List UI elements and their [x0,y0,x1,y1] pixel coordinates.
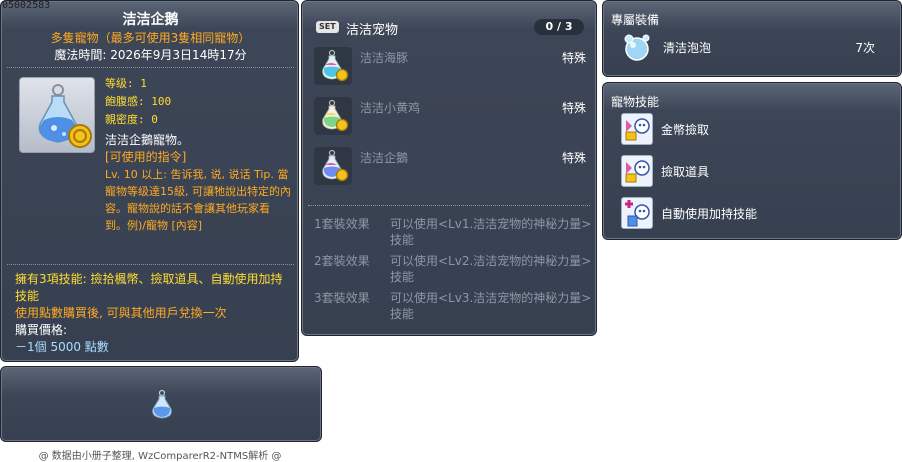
skills-title: 寵物技能 [611,95,660,109]
set-effect-text: 可以使用<Lv2.洁洁宠物的神秘力量>技能 [390,254,592,284]
set-item-type: 特殊 [561,101,586,115]
skills-note-block: 擁有3項技能: 撿拾楓幣、撿取道具、自動使用加持技能 使用點數購買後, 可與其他… [15,271,293,356]
set-effect-label: 1套裝效果 [314,217,370,231]
pet-potion-icon [38,84,92,148]
command-body: Lv. 10 以上: 吿诉我, 说, 说话 Tip. 當寵物等级達15級, 可讓… [105,168,291,232]
item-icon-frame [19,77,95,153]
set-item-icon [314,147,352,185]
set-title: 洁洁宠物 [346,23,399,38]
skill-name: 自動使用加持技能 [661,207,758,221]
item-pickup-icon [621,155,653,187]
set-item-icon [314,97,352,135]
pet-preview-panel [0,366,322,442]
magic-time: 魔法時間: 2026年9月3日14時17分 [54,48,247,62]
item-title: 洁洁企鹅 [122,12,179,28]
equipment-title: 專屬裝備 [611,13,660,27]
equipment-name: 清洁泡泡 [663,41,712,55]
set-effect-text: 可以使用<Lv1.洁洁宠物的神秘力量>技能 [390,217,592,247]
skill-item[interactable]: 金幣撿取 [621,113,891,147]
equipment-item[interactable]: 清洁泡泡 7次 [621,31,891,63]
bubble-icon [624,34,650,61]
item-description: 洁洁企鵝寵物。 [可使用的指令] Lv. 10 以上: 吿诉我, 说, 说话 T… [105,132,291,234]
set-item-type: 特殊 [561,151,586,165]
equipment-count: 7次 [855,41,875,55]
set-item-name: 洁洁小黄鸡 [360,101,421,115]
skills-note: 擁有3項技能: 撿拾楓幣、撿取道具、自動使用加持技能 [15,272,283,303]
set-effect-text: 可以使用<Lv3.洁洁宠物的神秘力量>技能 [390,291,592,321]
item-id: 05002583 [2,0,51,11]
item-tooltip-panel: 洁洁企鹅 多隻寵物（最多可使用3隻相同寵物） 魔法時間: 2026年9月3日14… [0,0,299,362]
set-panel: SET 洁洁宠物 0 / 3 洁洁海豚 特殊 洁洁小黄鸡 特殊 洁洁企鵝 特殊 … [301,0,597,336]
command-title: [可使用的指令] [105,150,187,164]
set-item-icon [314,47,352,85]
set-item-name: 洁洁海豚 [360,51,409,65]
stat-level: 等级: 1 [105,77,147,90]
exclusive-equipment-panel: 專屬裝備 清洁泡泡 7次 [602,0,902,77]
divider [7,67,294,68]
set-item[interactable]: 洁洁海豚 特殊 [314,47,586,87]
pet-skills-panel: 寵物技能 金幣撿取 撿取道具 自動使用加持技能 [602,82,902,240]
price-label: 購買價格: [15,323,68,337]
price-value: －1個 5000 點數 [15,340,109,354]
skill-item[interactable]: 撿取道具 [621,155,891,189]
set-effect-label: 2套裝效果 [314,254,370,268]
set-count: 0 / 3 [534,19,584,35]
stat-closeness: 親密度: 0 [105,113,158,126]
set-tag: SET [316,21,339,33]
set-item[interactable]: 洁洁企鵝 特殊 [314,147,586,187]
skill-item[interactable]: 自動使用加持技能 [621,197,891,231]
set-item-name: 洁洁企鵝 [360,151,409,165]
coin-pickup-icon [621,113,653,145]
pet-preview-icon [152,389,172,419]
item-subtitle: 多隻寵物（最多可使用3隻相同寵物） [50,31,251,45]
set-effect-label: 3套裝效果 [314,291,370,305]
skill-name: 撿取道具 [661,165,710,179]
pet-stats: 等级: 1 飽腹感: 100 親密度: 0 [105,75,171,129]
footer-credit: @ 数据由小册子整理, WzComparerR2-NTMS解析 @ [38,451,282,462]
divider [7,264,294,265]
auto-buff-icon [621,197,653,229]
set-item[interactable]: 洁洁小黄鸡 特殊 [314,97,586,137]
divider [308,205,590,206]
set-item-type: 特殊 [561,51,586,65]
desc-line: 洁洁企鵝寵物。 [105,133,190,147]
trade-note: 使用點數購買後, 可與其他用戶兌換一次 [15,306,227,320]
skill-name: 金幣撿取 [661,123,710,137]
stat-fullness: 飽腹感: 100 [105,95,172,108]
